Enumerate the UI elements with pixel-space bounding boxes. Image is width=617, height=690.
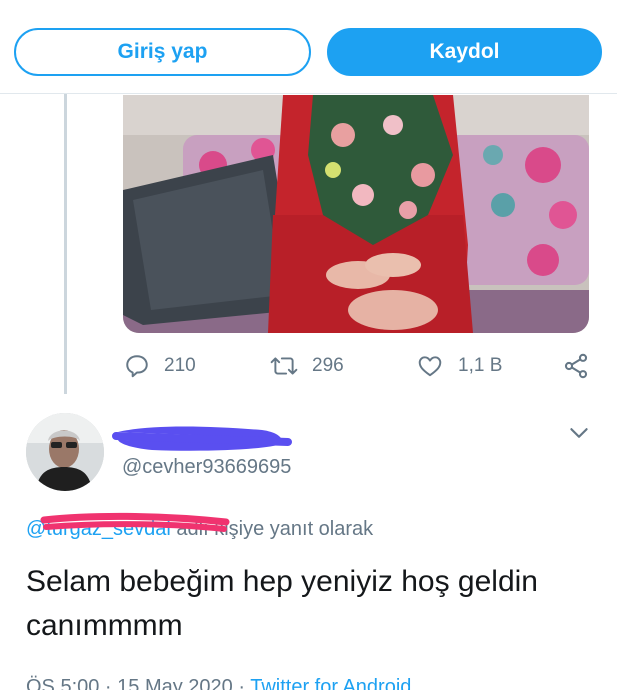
name-redaction bbox=[112, 426, 292, 451]
tweet-actions: 210 296 1,1 B bbox=[120, 348, 600, 384]
like-count: 1,1 B bbox=[458, 355, 503, 376]
media-photo bbox=[123, 95, 589, 333]
like-icon bbox=[418, 356, 442, 377]
retweet-icon bbox=[270, 357, 298, 375]
signup-button[interactable]: Kaydol bbox=[327, 28, 602, 76]
tweet-timestamp[interactable]: ÖS 5:00 · 15 May 2020 · bbox=[26, 676, 250, 690]
avatar[interactable] bbox=[26, 413, 104, 491]
chevron-down-icon[interactable] bbox=[566, 420, 592, 446]
tweet-media-image[interactable] bbox=[123, 95, 589, 333]
mention-redaction bbox=[40, 512, 230, 532]
top-bar: Giriş yap Kaydol bbox=[0, 0, 617, 94]
reply-icon bbox=[126, 355, 148, 378]
retweet-count: 296 bbox=[312, 355, 344, 376]
retweet-action[interactable]: 296 bbox=[270, 348, 344, 384]
tweet-meta: ÖS 5:00 · 15 May 2020 · Twitter for Andr… bbox=[26, 676, 411, 690]
share-action[interactable] bbox=[562, 348, 604, 384]
like-action[interactable]: 1,1 B bbox=[416, 348, 502, 384]
thread-connector-line bbox=[64, 94, 67, 394]
reply-count: 210 bbox=[164, 355, 196, 376]
reply-action[interactable]: 210 bbox=[124, 348, 196, 384]
user-handle[interactable]: @cevher93669695 bbox=[122, 456, 291, 479]
tweet-source[interactable]: Twitter for Android bbox=[250, 676, 411, 690]
share-icon bbox=[564, 353, 588, 379]
avatar-photo bbox=[26, 413, 104, 491]
tweet-text: Selam bebeğim hep yeniyiz hoş geldin can… bbox=[26, 565, 538, 642]
login-button[interactable]: Giriş yap bbox=[14, 28, 311, 76]
